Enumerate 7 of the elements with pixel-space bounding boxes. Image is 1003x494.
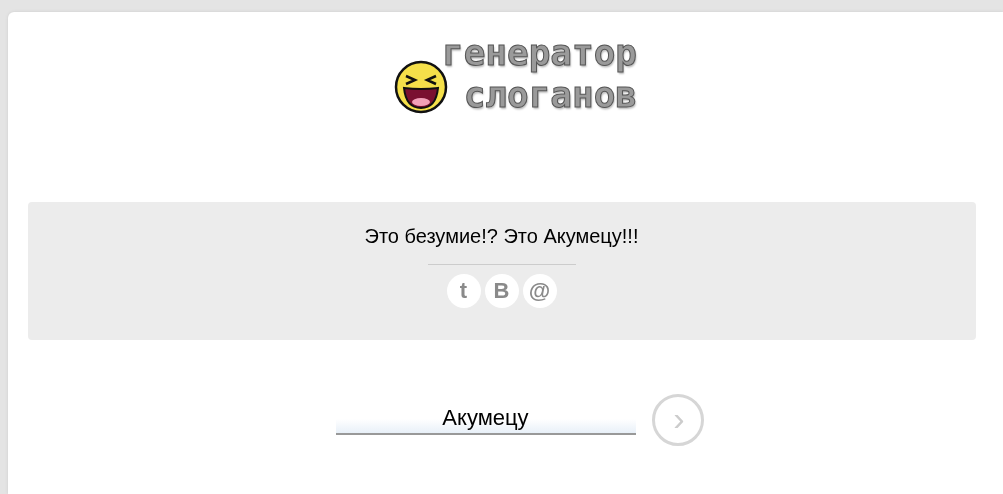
share-link[interactable]: t (446, 274, 481, 308)
share-link[interactable]: @ (522, 274, 557, 308)
laughing-face-icon (393, 60, 448, 114)
logo-title: генератор (441, 32, 638, 74)
share-link[interactable]: В (484, 274, 519, 308)
slogan-text: Это безумие!? Это Акумецу!!! (364, 225, 639, 248)
logo-subtitle: слоганов (463, 74, 638, 116)
